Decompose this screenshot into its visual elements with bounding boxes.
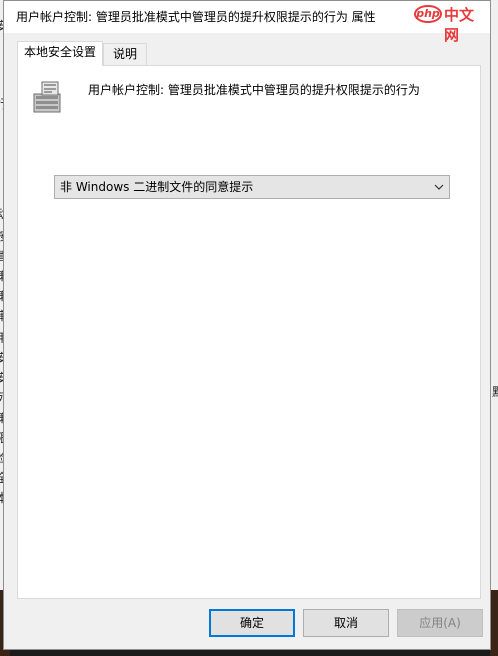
desktop-background [490, 590, 498, 656]
apply-button[interactable]: 应用(A) [397, 609, 483, 637]
tab-explain[interactable]: 说明 [103, 43, 147, 65]
ok-button[interactable]: 确定 [209, 609, 295, 637]
setting-dropdown[interactable]: 非 Windows 二进制文件的同意提示 [54, 175, 450, 199]
site-watermark: php 中文网 [414, 3, 486, 44]
cancel-button[interactable]: 取消 [303, 609, 389, 637]
tab-local-security-setting[interactable]: 本地安全设置 [17, 41, 103, 66]
background-text: 默 [492, 384, 498, 400]
tab-panel: 用户帐户控制: 管理员批准模式中管理员的提升权限提示的行为 非 Windows … [17, 65, 481, 599]
background-window-right: 默 [490, 0, 498, 656]
php-logo-icon: php [414, 5, 442, 23]
title-bar[interactable]: 用户帐户控制: 管理员批准模式中管理员的提升权限提示的行为 属性 php 中文网 [4, 1, 490, 44]
policy-description: 用户帐户控制: 管理员批准模式中管理员的提升权限提示的行为 [88, 83, 420, 97]
properties-dialog: 用户帐户控制: 管理员批准模式中管理员的提升权限提示的行为 属性 php 中文网… [3, 0, 491, 650]
setting-dropdown-value: 非 Windows 二进制文件的同意提示 [60, 180, 254, 194]
window-title: 用户帐户控制: 管理员批准模式中管理员的提升权限提示的行为 属性 [16, 10, 376, 24]
watermark-text: 中文网 [444, 6, 475, 44]
chevron-down-icon [434, 184, 444, 190]
server-policy-icon [33, 81, 61, 113]
